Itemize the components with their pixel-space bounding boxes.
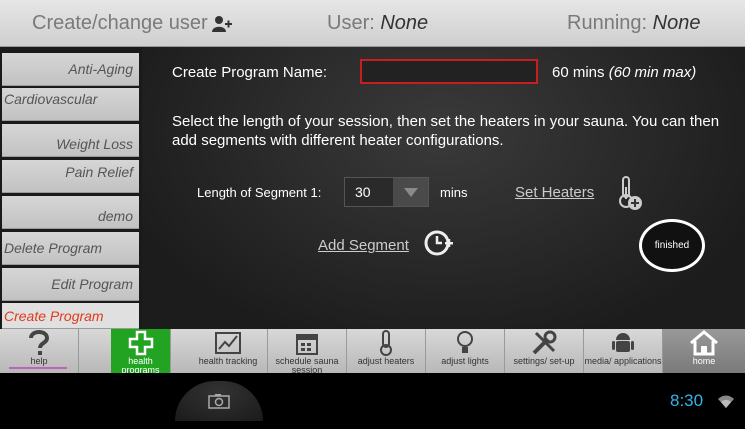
help-button[interactable]: help	[0, 329, 79, 373]
media-applications-button[interactable]: media/ applications	[584, 329, 663, 373]
thermometer-add-icon[interactable]	[618, 175, 644, 211]
schedule-sauna-session-button[interactable]: schedule sauna session	[268, 329, 347, 375]
help-label: help	[30, 356, 48, 366]
sidebar-item-anti-aging[interactable]: Anti-Aging	[2, 53, 139, 86]
create-program-panel: Create Program Name: 60 mins (60 min max…	[142, 47, 745, 329]
duration-max: (60 min max)	[608, 64, 697, 81]
light-bulb-icon	[457, 331, 473, 353]
create-change-user-label: Create/change user	[32, 12, 208, 34]
sidebar-item-edit-program[interactable]: Edit Program	[2, 268, 139, 301]
wifi-icon	[718, 395, 734, 408]
sidebar-item-weight-loss[interactable]: Weight Loss	[2, 124, 139, 157]
top-bar: Create/change user User: None Running: N…	[0, 0, 745, 47]
duration-value: 60 mins	[552, 64, 609, 81]
settings-set-up-label: settings/ set-up	[513, 356, 575, 366]
user-label: User:	[327, 12, 381, 34]
question-mark-icon	[29, 330, 50, 355]
adjust-heaters-button[interactable]: adjust heaters	[347, 329, 426, 373]
program-name-input[interactable]	[360, 59, 538, 84]
android-icon	[612, 333, 634, 352]
media-applications-label: media/ applications	[584, 356, 662, 366]
program-name-label: Create Program Name:	[172, 64, 328, 81]
health-programs-button[interactable]: health programs	[111, 329, 171, 375]
total-duration: 60 mins (60 min max)	[552, 64, 696, 81]
home-label: home	[692, 356, 716, 366]
current-user: User: None	[327, 12, 428, 35]
user-value: None	[380, 12, 429, 34]
app-window: Create/change user User: None Running: N…	[0, 0, 745, 429]
home-button[interactable]: home	[663, 329, 745, 373]
sidebar-item-delete-program[interactable]: Delete Program	[2, 232, 139, 265]
add-user-icon	[211, 15, 232, 32]
segment-length-label: Length of Segment 1:	[197, 185, 322, 200]
running-status: Running: None	[567, 12, 700, 35]
camera-icon	[208, 394, 230, 409]
chart-icon	[215, 332, 241, 354]
program-sidebar: Anti-Aging Cardiovascular Weight Loss Pa…	[0, 47, 142, 329]
settings-set-up-button[interactable]: settings/ set-up	[505, 329, 584, 373]
add-segment-link[interactable]: Add Segment	[318, 237, 409, 254]
calendar-icon	[296, 334, 318, 355]
adjust-lights-button[interactable]: adjust lights	[426, 329, 505, 373]
home-icon	[690, 330, 718, 356]
running-label: Running:	[567, 12, 653, 34]
create-change-user-button[interactable]: Create/change user	[32, 12, 232, 35]
health-tracking-label: health tracking	[198, 356, 258, 366]
sidebar-item-create-program[interactable]: Create Program	[2, 303, 139, 329]
system-bar	[0, 373, 745, 429]
segment-unit: mins	[440, 185, 468, 200]
running-value: None	[652, 12, 701, 34]
thermometer-icon	[380, 330, 392, 356]
instructions-text: Select the length of your session, then …	[172, 113, 720, 149]
set-heaters-link[interactable]: Set Heaters	[515, 184, 594, 201]
sidebar-item-pain-relief[interactable]: Pain Relief	[2, 160, 139, 193]
wrench-screwdriver-icon	[532, 330, 557, 355]
health-cross-icon	[128, 330, 153, 356]
health-tracking-button[interactable]: health tracking	[189, 329, 268, 373]
adjust-heaters-label: adjust heaters	[357, 356, 415, 366]
add-segment-clock-icon[interactable]	[424, 229, 454, 257]
segment-length-select[interactable]: 30	[344, 177, 429, 207]
sidebar-item-cardiovascular[interactable]: Cardiovascular	[2, 88, 139, 121]
system-clock: 8:30	[670, 391, 704, 410]
finished-button[interactable]: finished	[639, 219, 705, 272]
chevron-down-icon[interactable]	[393, 178, 428, 206]
bottom-icon-bar: help health programs health tracking sch…	[0, 329, 745, 375]
help-indicator	[9, 367, 67, 369]
segment-length-value: 30	[345, 178, 393, 206]
sidebar-item-demo[interactable]: demo	[2, 196, 139, 229]
adjust-lights-label: adjust lights	[441, 356, 489, 366]
